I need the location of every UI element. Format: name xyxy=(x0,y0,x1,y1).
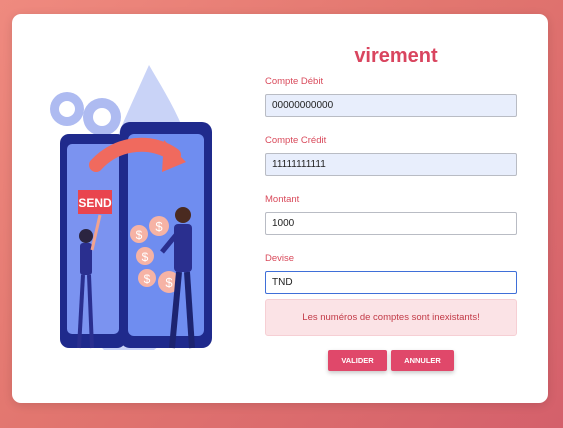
montant-input[interactable] xyxy=(265,212,517,235)
compte-credit-label: Compte Crédit xyxy=(265,135,327,146)
page-title: virement xyxy=(354,45,438,67)
compte-debit-label: Compte Débit xyxy=(265,76,324,87)
compte-debit-input[interactable] xyxy=(265,94,517,117)
annuler-button[interactable]: ANNULER xyxy=(391,350,454,371)
gear-icon xyxy=(50,92,121,136)
error-alert: Les numéros de comptes sont inexistants! xyxy=(265,299,517,336)
send-sign-text: SEND xyxy=(78,196,112,210)
svg-text:$: $ xyxy=(165,275,173,290)
montant-label: Montant xyxy=(265,194,300,205)
svg-text:$: $ xyxy=(136,228,143,242)
devise-label: Devise xyxy=(265,253,295,264)
transfer-form: virement Compte Débit Compte Crédit Mont… xyxy=(265,44,517,371)
compte-credit-input[interactable] xyxy=(265,153,517,176)
valider-button[interactable]: VALIDER xyxy=(328,350,387,371)
svg-text:$: $ xyxy=(142,250,149,264)
devise-input[interactable] xyxy=(265,271,517,294)
transfer-card: SEND $ $ $ $ $ virement Compte Débit 000… xyxy=(12,14,548,403)
svg-text:$: $ xyxy=(155,219,163,234)
transfer-illustration: SEND $ $ $ $ $ xyxy=(50,65,212,350)
svg-text:$: $ xyxy=(144,272,151,286)
